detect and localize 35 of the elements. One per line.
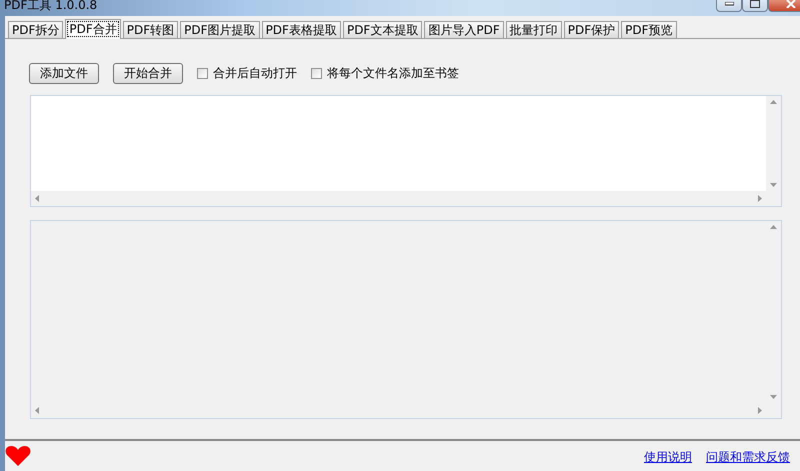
down-arrow-icon[interactable] [770,395,777,399]
left-arrow-icon[interactable] [35,195,39,202]
checkbox-label[interactable]: 将每个文件名添加至书签 [327,64,459,82]
down-arrow-icon[interactable] [770,183,777,187]
minimize-button[interactable] [716,0,742,12]
right-arrow-icon[interactable] [758,195,762,202]
link[interactable]: 使用说明 [644,449,692,466]
tab[interactable]: PDF图片提取 [180,21,260,38]
close-icon [786,0,796,8]
checkbox[interactable] [197,68,208,78]
tab[interactable]: PDF转图 [122,21,178,38]
maximize-button[interactable] [742,0,768,12]
checkbox-label[interactable]: 合并后自动打开 [213,64,297,82]
minimize-icon [724,2,734,6]
tab[interactable]: 批量打印 [506,21,562,38]
vertical-scrollbar[interactable] [766,96,781,191]
tab[interactable]: PDF表格提取 [262,21,341,38]
toolbar-button[interactable]: 添加文件 [29,62,99,84]
up-arrow-icon[interactable] [770,100,777,104]
tab[interactable]: PDF保护 [564,21,620,38]
horizontal-scrollbar[interactable] [31,191,766,206]
maximize-icon [750,0,760,8]
tab[interactable]: PDF合并 [65,19,121,39]
up-arrow-icon[interactable] [770,225,777,229]
tab[interactable]: PDF拆分 [8,21,64,38]
tab[interactable]: PDF文本提取 [342,21,422,38]
file-list[interactable] [30,95,782,207]
tab[interactable]: 图片导入PDF [424,21,504,38]
right-arrow-icon[interactable] [758,407,762,414]
tab[interactable]: PDF预览 [621,21,677,38]
toolbar-button[interactable]: 开始合并 [113,62,183,84]
left-arrow-icon[interactable] [35,407,39,414]
checkbox[interactable] [311,68,322,78]
link[interactable]: 问题和需求反馈 [706,449,790,466]
heart-icon [5,445,31,467]
